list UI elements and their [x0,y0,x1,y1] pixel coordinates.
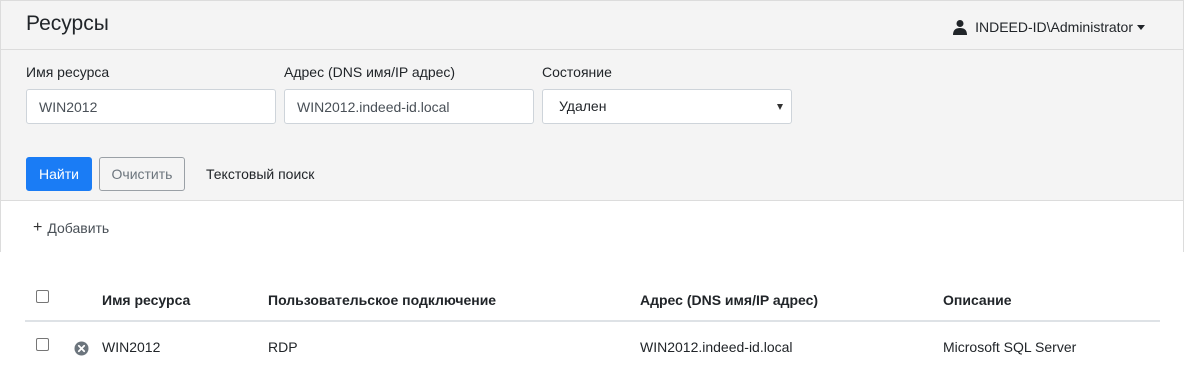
text-search-link[interactable]: Текстовый поиск [206,166,314,182]
cell-address: WIN2012.indeed-id.local [640,339,793,355]
resource-name-label: Имя ресурса [26,64,110,80]
column-header-connection[interactable]: Пользовательское подключение [268,292,496,308]
toolbar: + Добавить [1,200,1183,252]
user-icon [952,19,968,35]
page-title: Ресурсы [26,12,109,35]
address-input[interactable] [284,89,534,124]
select-all-checkbox[interactable] [36,290,49,303]
search-panel: Ресурсы INDEED-ID\Administrator Имя ресу… [0,0,1184,252]
user-name: INDEED-ID\Administrator [975,19,1133,35]
chevron-down-icon [777,104,783,110]
address-label: Адрес (DNS имя/IP адрес) [284,64,456,80]
page-header: Ресурсы INDEED-ID\Administrator [1,1,1183,50]
resource-name-input[interactable] [26,89,276,124]
add-button[interactable]: + Добавить [33,219,110,237]
table-row[interactable]: WIN2012 RDP WIN2012.indeed-id.local Micr… [25,324,1160,370]
cell-description: Microsoft SQL Server [943,339,1077,355]
cell-connection: RDP [268,339,298,355]
column-header-address[interactable]: Адрес (DNS имя/IP адрес) [640,292,818,308]
plus-icon: + [33,219,43,236]
row-checkbox[interactable] [36,338,49,351]
column-header-name[interactable]: Имя ресурса [102,292,190,308]
clear-button[interactable]: Очистить [99,157,185,191]
state-select-value: Удален [559,98,607,114]
state-label: Состояние [542,64,612,80]
user-menu[interactable]: INDEED-ID\Administrator [952,19,1145,35]
find-button[interactable]: Найти [26,157,92,191]
table-header: Имя ресурса Пользовательское подключение… [25,276,1160,322]
add-button-label: Добавить [47,220,110,236]
state-select[interactable]: Удален [542,89,792,124]
chevron-down-icon [1137,24,1145,30]
cell-name: WIN2012 [102,339,161,355]
column-header-description[interactable]: Описание [943,292,1012,308]
remove-circle-icon[interactable] [74,341,89,356]
